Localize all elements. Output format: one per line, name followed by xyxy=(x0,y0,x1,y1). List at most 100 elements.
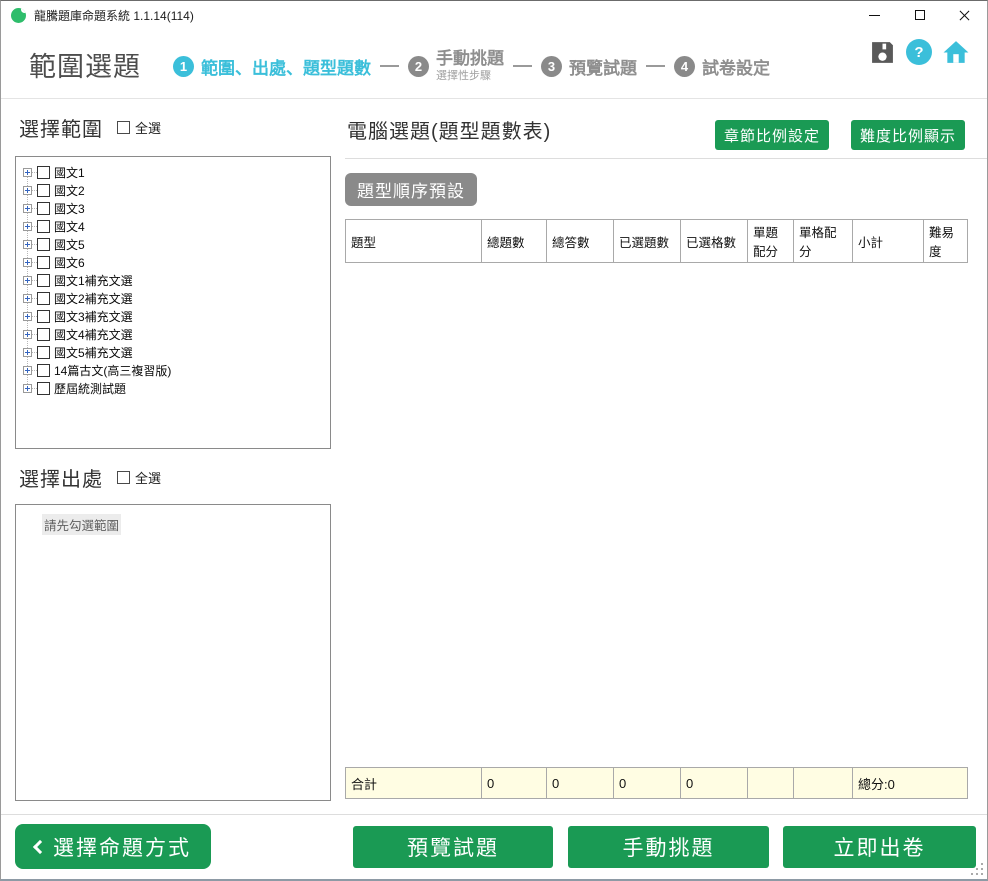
tree-item-checkbox[interactable] xyxy=(37,382,50,395)
expand-icon[interactable] xyxy=(23,312,32,321)
expand-icon[interactable] xyxy=(23,276,32,285)
step-1-circle: 1 xyxy=(173,56,194,77)
tree-item-checkbox[interactable] xyxy=(37,364,50,377)
resize-grip[interactable] xyxy=(971,863,983,875)
source-section-header: 選擇出處 全選 xyxy=(19,463,161,492)
col-header-total-answers: 總答數 xyxy=(547,220,614,263)
tree-item: 國文2補充文選 xyxy=(16,289,330,307)
expand-icon[interactable] xyxy=(23,330,32,339)
help-icon: ? xyxy=(914,44,923,61)
main-divider xyxy=(345,158,987,159)
preview-questions-button[interactable]: 預覽試題 xyxy=(353,826,553,868)
window-controls xyxy=(852,1,987,29)
expand-icon[interactable] xyxy=(23,186,32,195)
tree-item: 國文5補充文選 xyxy=(16,343,330,361)
col-header-type: 題型 xyxy=(346,220,482,263)
tree-item: 國文1 xyxy=(16,163,330,181)
tree-item-label: 國文3補充文選 xyxy=(54,308,133,325)
step-dash xyxy=(513,65,532,67)
type-order-button[interactable]: 題型順序預設 xyxy=(345,173,477,206)
step-3-circle: 3 xyxy=(541,56,562,77)
col-header-subtotal: 小計 xyxy=(853,220,924,263)
range-select-all-checkbox[interactable] xyxy=(117,121,130,134)
home-button[interactable] xyxy=(943,39,969,65)
step-2-label: 手動挑題 xyxy=(436,50,504,69)
expand-icon[interactable] xyxy=(23,240,32,249)
step-3-label: 預覽試題 xyxy=(569,54,637,79)
tree-item-checkbox[interactable] xyxy=(37,346,50,359)
col-header-difficulty: 難易度 xyxy=(924,220,968,263)
close-button[interactable] xyxy=(942,1,987,29)
step-dash xyxy=(646,65,665,67)
expand-icon[interactable] xyxy=(23,384,32,393)
expand-icon[interactable] xyxy=(23,204,32,213)
step-4-circle: 4 xyxy=(674,56,695,77)
step-2-circle: 2 xyxy=(408,56,429,77)
app-title: 龍騰題庫命題系統 1.1.14(114) xyxy=(34,7,194,24)
source-select-all: 全選 xyxy=(117,468,161,487)
header-icons: ? xyxy=(870,39,969,65)
tree-item: 國文4 xyxy=(16,217,330,235)
tree-item-checkbox[interactable] xyxy=(37,256,50,269)
expand-icon[interactable] xyxy=(23,168,32,177)
expand-icon[interactable] xyxy=(23,294,32,303)
expand-icon[interactable] xyxy=(23,222,32,231)
main-section-title: 電腦選題(題型題數表) xyxy=(347,115,551,144)
header-divider xyxy=(1,98,987,99)
tree-item-checkbox[interactable] xyxy=(37,292,50,305)
generate-exam-button[interactable]: 立即出卷 xyxy=(783,826,976,868)
expand-icon[interactable] xyxy=(23,258,32,267)
tree-item: 歷屆統測試題 xyxy=(16,379,330,397)
help-button[interactable]: ? xyxy=(906,39,932,65)
back-to-mode-button[interactable]: 選擇命題方式 xyxy=(15,824,211,869)
expand-icon[interactable] xyxy=(23,348,32,357)
total-selected-questions-cell: 0 xyxy=(614,768,681,799)
maximize-button[interactable] xyxy=(897,1,942,29)
tree-item: 14篇古文(高三複習版) xyxy=(16,361,330,379)
col-header-total-questions: 總題數 xyxy=(482,220,547,263)
tree-item: 國文2 xyxy=(16,181,330,199)
total-score-per-question-cell xyxy=(748,768,794,799)
tree-item-checkbox[interactable] xyxy=(37,184,50,197)
tree-item-label: 國文2 xyxy=(54,182,85,199)
total-selected-cells-cell: 0 xyxy=(681,768,748,799)
total-label-cell: 合計 xyxy=(346,768,482,799)
tree-item-label: 國文1補充文選 xyxy=(54,272,133,289)
tree-item-label: 國文2補充文選 xyxy=(54,290,133,307)
table-header-row: 題型 總題數 總答數 已選題數 已選格數 單題配分 單格配分 小計 難易度 xyxy=(346,220,968,263)
chevron-left-icon xyxy=(33,839,47,853)
wizard-steps: 1 範圍、出處、題型題數 2 手動挑題 選擇性步驟 3 預覽試題 4 試卷設定 xyxy=(173,47,770,85)
chapter-ratio-button[interactable]: 章節比例設定 xyxy=(715,120,829,150)
save-button[interactable] xyxy=(870,40,895,65)
difficulty-ratio-button[interactable]: 難度比例顯示 xyxy=(851,120,965,150)
source-list-panel[interactable]: 請先勾選範圍 xyxy=(15,504,331,801)
tree-item-checkbox[interactable] xyxy=(37,166,50,179)
page-title: 範圍選題 xyxy=(29,45,141,84)
maximize-icon xyxy=(915,10,925,20)
expand-icon[interactable] xyxy=(23,366,32,375)
tree-item-label: 國文1 xyxy=(54,164,85,181)
range-title: 選擇範圍 xyxy=(19,113,103,142)
tree-item-label: 國文4 xyxy=(54,218,85,235)
step-4-label: 試卷設定 xyxy=(702,54,770,79)
tree-item-checkbox[interactable] xyxy=(37,202,50,215)
range-tree-panel[interactable]: 國文1 國文2 國文3 國文4 國文5 國文6 國文1補充文選 國文2補充文選 … xyxy=(15,156,331,449)
manual-pick-button[interactable]: 手動挑題 xyxy=(568,826,769,868)
tree-item-label: 歷屆統測試題 xyxy=(54,380,126,397)
col-header-score-per-question: 單題配分 xyxy=(748,220,794,263)
col-header-score-per-cell: 單格配分 xyxy=(794,220,853,263)
minimize-button[interactable] xyxy=(852,1,897,29)
minimize-icon xyxy=(869,15,880,16)
tree-item-checkbox[interactable] xyxy=(37,274,50,287)
tree-item-checkbox[interactable] xyxy=(37,220,50,233)
save-icon xyxy=(870,40,895,65)
range-select-all-label: 全選 xyxy=(135,118,161,137)
totals-row: 合計 0 0 0 0 總分:0 xyxy=(346,768,968,799)
tree-item-checkbox[interactable] xyxy=(37,328,50,341)
app-window: 龍騰題庫命題系統 1.1.14(114) 範圍選題 1 範圍、出處、題型題數 2… xyxy=(0,0,988,881)
source-select-all-checkbox[interactable] xyxy=(117,471,130,484)
tree-item-checkbox[interactable] xyxy=(37,238,50,251)
tree-item-checkbox[interactable] xyxy=(37,310,50,323)
totals-table: 合計 0 0 0 0 總分:0 xyxy=(345,767,968,799)
back-button-label: 選擇命題方式 xyxy=(53,832,191,862)
